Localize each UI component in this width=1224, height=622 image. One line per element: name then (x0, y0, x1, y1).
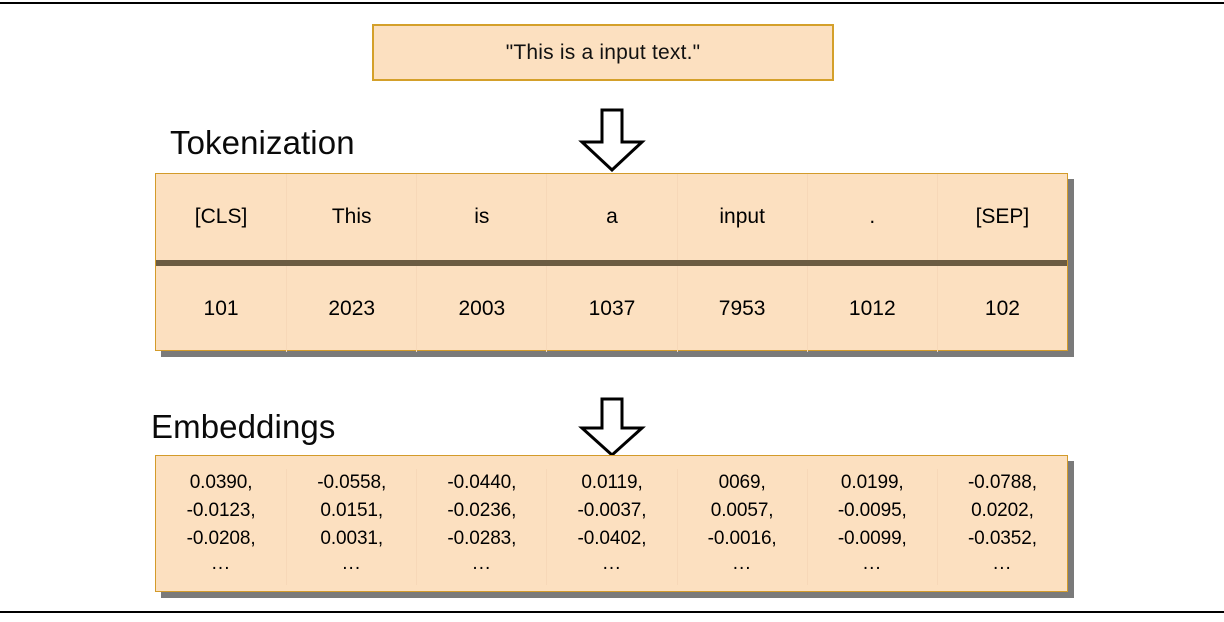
embedding-ellipsis: ... (546, 552, 676, 585)
embeddings-grid: 0.0390, -0.0558, -0.0440, 0.0119, 0069, … (156, 456, 1067, 591)
figure-canvas: "This is a input text." Tokenization [CL… (0, 0, 1224, 622)
token-id-cell: 101 (203, 297, 239, 320)
down-arrow-icon (578, 108, 646, 177)
down-arrow-icon (578, 397, 646, 462)
token-cell: is (416, 174, 546, 260)
token-cell: a (546, 174, 676, 260)
top-rule (0, 2, 1224, 4)
embedding-ellipsis: ... (286, 552, 416, 585)
bottom-rule (0, 611, 1224, 613)
embedding-cell: 0.0151, (286, 496, 416, 525)
embedding-cell: 0.0199, (806, 468, 937, 497)
embedding-cell: 0.0031, (286, 524, 416, 553)
embedding-cell: -0.0558, (286, 468, 416, 497)
token-id-cell: 2003 (416, 266, 546, 352)
token-id-cell: 1037 (546, 266, 676, 352)
embedding-cell: -0.0123, (186, 499, 256, 521)
embedding-cell: -0.0788, (936, 468, 1067, 497)
embedding-ellipsis: ... (936, 552, 1067, 585)
embeddings-table: 0.0390, -0.0558, -0.0440, 0.0119, 0069, … (155, 455, 1068, 592)
embedding-cell: 0.0119, (546, 468, 676, 497)
embedding-cell: -0.0099, (806, 524, 937, 553)
embedding-ellipsis: ... (676, 552, 807, 585)
section-heading-embeddings: Embeddings (151, 408, 336, 445)
token-cell: input (676, 174, 807, 260)
embedding-cell: -0.0402, (546, 524, 676, 553)
token-id-cell: 2023 (286, 266, 416, 352)
tokenization-table: [CLS] This is a input . [SEP] 101 2023 2… (155, 173, 1068, 352)
embedding-ellipsis: ... (416, 552, 546, 585)
embedding-cell: 0.0390, (189, 471, 253, 493)
embedding-cell: -0.0016, (676, 524, 807, 553)
input-text-label: "This is a input text." (505, 40, 701, 64)
token-id-cell: 1012 (806, 266, 937, 352)
embedding-ellipsis: ... (211, 552, 231, 574)
token-id-cell: 7953 (676, 266, 807, 352)
embedding-cell: -0.0037, (546, 496, 676, 525)
token-row: [CLS] This is a input . [SEP] (156, 174, 1067, 260)
embedding-cell: -0.0095, (806, 496, 937, 525)
input-text-box: "This is a input text." (372, 24, 834, 81)
embedding-cell: -0.0440, (416, 468, 546, 497)
token-cell: [CLS] (194, 205, 248, 228)
embedding-cell: -0.0208, (186, 527, 256, 549)
token-cell: This (286, 174, 416, 260)
token-cell: . (806, 174, 937, 260)
embedding-cell: -0.0236, (416, 496, 546, 525)
embedding-cell: 0.0202, (936, 496, 1067, 525)
embedding-cell: 0.0057, (676, 496, 807, 525)
token-id-cell: 102 (936, 266, 1067, 352)
embedding-cell: 0069, (676, 468, 807, 497)
embedding-cell: -0.0352, (936, 524, 1067, 553)
token-id-row: 101 2023 2003 1037 7953 1012 102 (156, 266, 1067, 352)
section-heading-tokenization: Tokenization (170, 124, 355, 161)
embedding-ellipsis: ... (806, 552, 937, 585)
embedding-cell: -0.0283, (416, 524, 546, 553)
token-cell: [SEP] (936, 174, 1067, 260)
